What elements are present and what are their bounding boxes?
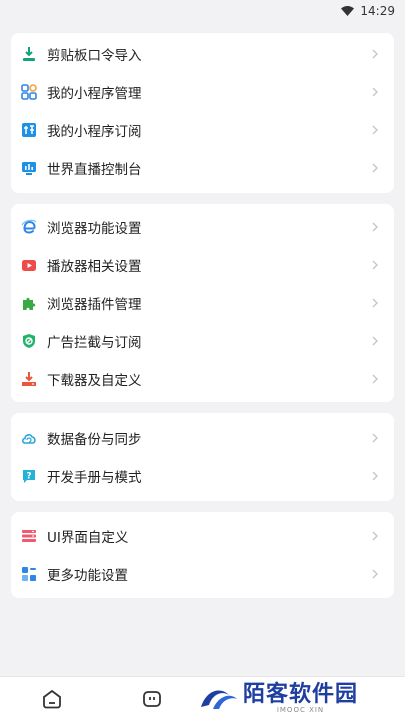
menu-item-label: 播放器相关设置 [47, 259, 142, 275]
menu-item-label: 浏览器功能设置 [47, 221, 142, 237]
menu-item-ui-custom[interactable]: UI界面自定义 [11, 517, 394, 555]
watermark-subtitle: IMOOC XIN [276, 705, 325, 714]
play-icon [21, 257, 37, 273]
settings-card-general: 剪贴板口令导入 我的小程序管理 我的小程序订阅 世界直播控制台 [11, 33, 394, 193]
menu-item-browser-settings[interactable]: 浏览器功能设置 [11, 208, 394, 246]
watermark-logo: 陌客软件园 IMOOC XIN [199, 678, 397, 718]
help-icon: ? [21, 468, 37, 484]
menu-item-label: 剪贴板口令导入 [47, 48, 142, 64]
chevron-right-icon [370, 86, 380, 98]
settings-card-ui: UI界面自定义 更多功能设置 [11, 512, 394, 598]
wifi-icon [341, 6, 355, 16]
browser-icon [21, 219, 37, 235]
chevron-right-icon [370, 124, 380, 136]
apps-icon [21, 84, 37, 100]
menu-item-label: 下载器及自定义 [47, 373, 142, 389]
chevron-right-icon [370, 259, 380, 271]
subscribe-icon [21, 122, 37, 138]
menu-item-label: 我的小程序管理 [47, 86, 142, 102]
menu-item-clipboard-import[interactable]: 剪贴板口令导入 [11, 35, 394, 73]
menu-item-label: 开发手册与模式 [47, 470, 142, 486]
chevron-right-icon [370, 432, 380, 444]
chevron-right-icon [370, 48, 380, 60]
menu-item-label: 浏览器插件管理 [47, 297, 142, 313]
svg-text:?: ? [26, 472, 31, 482]
home-icon[interactable] [40, 687, 64, 711]
import-icon [21, 46, 37, 62]
grid-icon [21, 566, 37, 582]
menu-item-label: 我的小程序订阅 [47, 124, 142, 140]
chevron-right-icon [370, 568, 380, 580]
chevron-right-icon [370, 335, 380, 347]
menu-item-label: 更多功能设置 [47, 568, 128, 584]
shield-icon [21, 333, 37, 349]
chevron-right-icon [370, 221, 380, 233]
menu-item-label: 广告拦截与订阅 [47, 335, 142, 351]
menu-item-label: 世界直播控制台 [47, 162, 142, 178]
chevron-right-icon [370, 530, 380, 542]
download-icon [21, 371, 37, 387]
chevron-right-icon [370, 162, 380, 174]
puzzle-icon [21, 295, 37, 311]
message-icon[interactable] [140, 687, 164, 711]
status-bar: 14:29 [0, 0, 405, 22]
menu-item-backup-sync[interactable]: 数据备份与同步 [11, 419, 394, 457]
settings-card-browser: 浏览器功能设置 播放器相关设置 浏览器插件管理 广告拦截与订阅 下载器及自定义 [11, 204, 394, 402]
menu-item-plugin-manage[interactable]: 浏览器插件管理 [11, 284, 394, 322]
menu-item-label: UI界面自定义 [47, 530, 129, 546]
settings-card-data: 数据备份与同步 ? 开发手册与模式 [11, 413, 394, 501]
menu-item-player-settings[interactable]: 播放器相关设置 [11, 246, 394, 284]
layers-icon [21, 528, 37, 544]
menu-item-more-settings[interactable]: 更多功能设置 [11, 555, 394, 593]
live-console-icon [21, 160, 37, 176]
menu-item-label: 数据备份与同步 [47, 432, 142, 448]
menu-item-live-console[interactable]: 世界直播控制台 [11, 149, 394, 187]
chevron-right-icon [370, 373, 380, 385]
menu-item-adblock[interactable]: 广告拦截与订阅 [11, 322, 394, 360]
menu-item-downloader[interactable]: 下载器及自定义 [11, 360, 394, 398]
watermark-title: 陌客软件园 [243, 680, 359, 707]
cloud-sync-icon [21, 430, 37, 446]
status-time: 14:29 [360, 4, 395, 18]
menu-item-miniprogram-manage[interactable]: 我的小程序管理 [11, 73, 394, 111]
chevron-right-icon [370, 470, 380, 482]
watermark-swoosh-icon [201, 690, 237, 709]
menu-item-miniprogram-subscribe[interactable]: 我的小程序订阅 [11, 111, 394, 149]
bottom-tab-bar: 陌客软件园 IMOOC XIN [0, 676, 405, 720]
menu-item-dev-manual[interactable]: ? 开发手册与模式 [11, 457, 394, 495]
chevron-right-icon [370, 297, 380, 309]
